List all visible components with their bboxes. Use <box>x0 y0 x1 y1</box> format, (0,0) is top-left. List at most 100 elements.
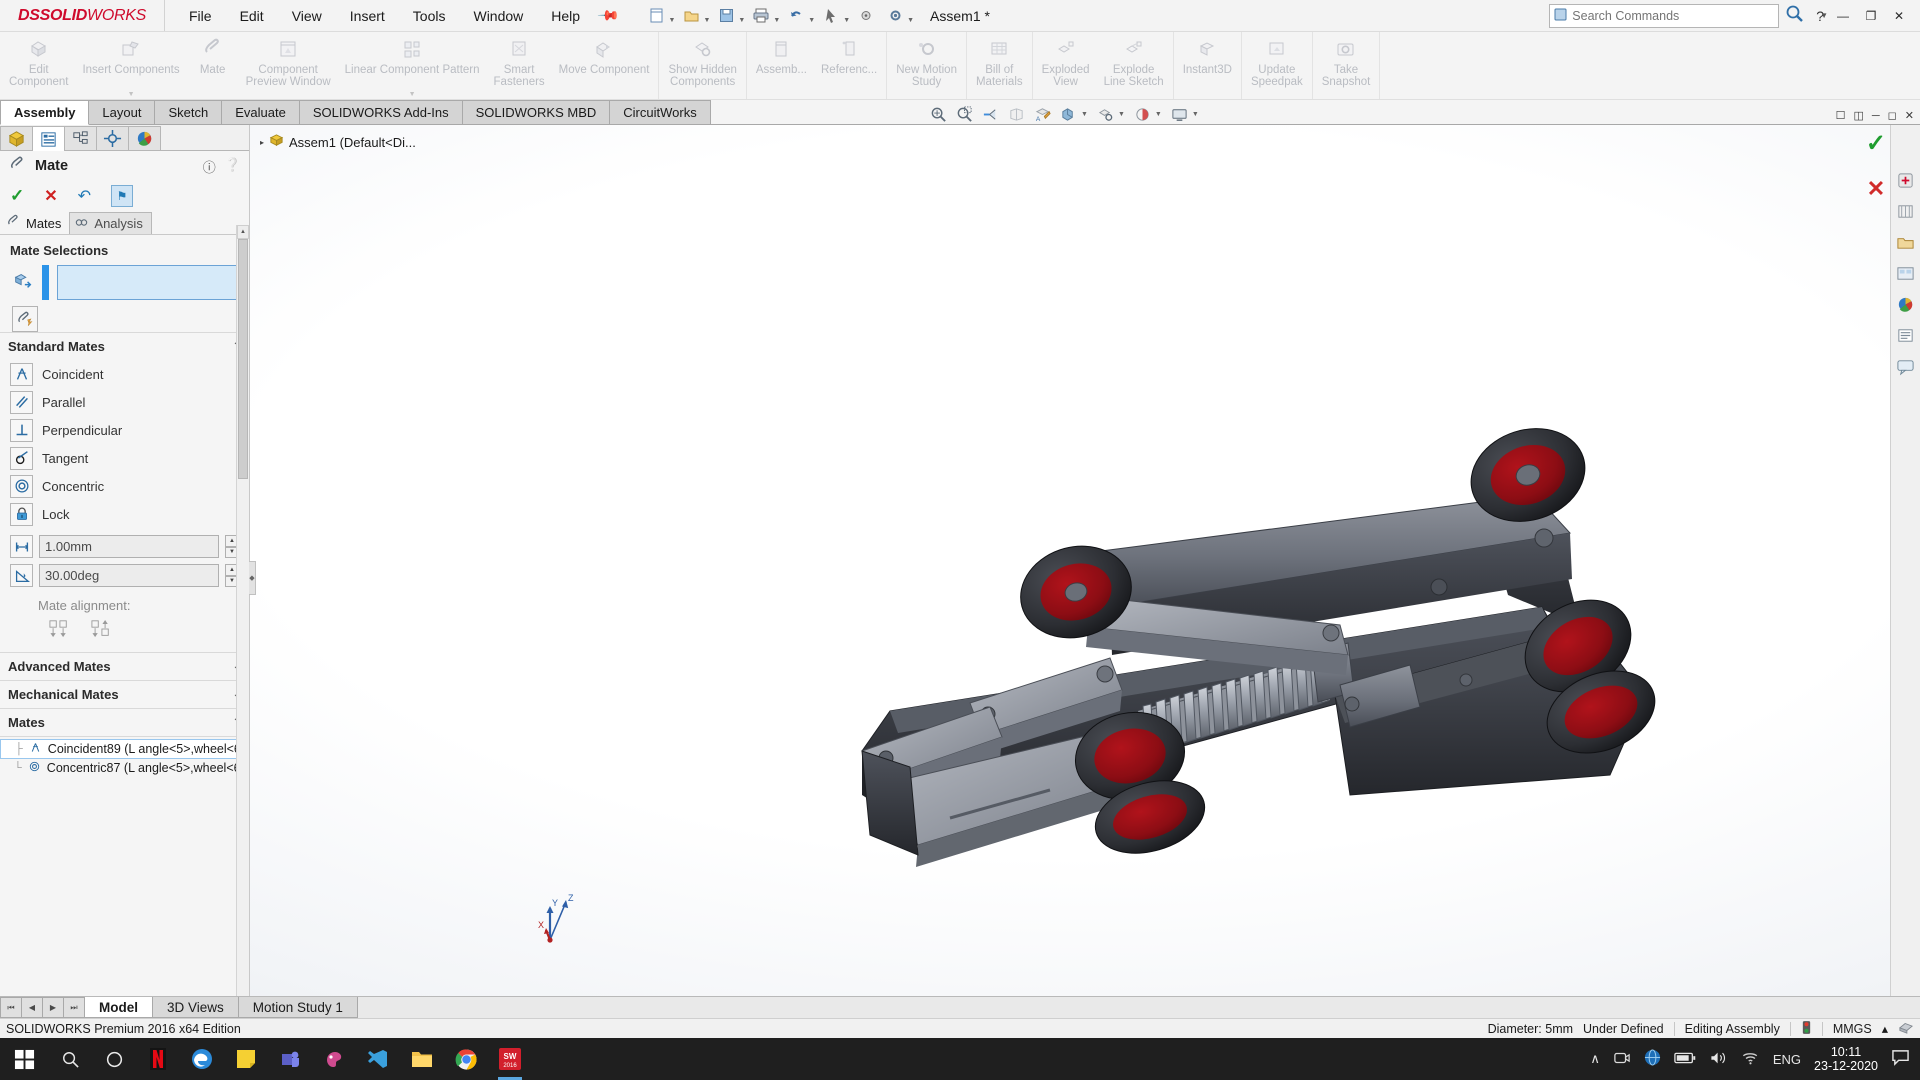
google-chrome-icon[interactable] <box>444 1038 488 1080</box>
maximize-button[interactable]: ❐ <box>1858 4 1884 28</box>
help-caret-icon[interactable]: ▼ <box>1820 11 1828 20</box>
zoom-to-area-icon[interactable] <box>956 106 973 123</box>
ribbon-instant3d[interactable]: Instant3D <box>1176 32 1239 99</box>
split-view-icon[interactable]: ◫ <box>1853 109 1863 122</box>
save-icon[interactable] <box>713 4 739 28</box>
cancel-button[interactable]: ✕ <box>44 186 57 206</box>
save-caret-icon[interactable]: ▼ <box>738 17 745 28</box>
minimize-button[interactable]: — <box>1830 4 1856 28</box>
ribbon-move-component[interactable]: Move Component <box>552 32 657 99</box>
feature-tree-root[interactable]: ▸ Assem1 (Default<Di... <box>260 133 416 151</box>
feature-manager-design-tree-tab[interactable] <box>0 126 33 150</box>
ribbon-new-motion-study[interactable]: New Motion Study <box>889 32 964 99</box>
whats-wrong-help-icon[interactable]: ⓘ <box>203 157 216 176</box>
paint-3d-icon[interactable] <box>312 1038 356 1080</box>
nav-prev-button[interactable]: ◀ <box>21 997 43 1018</box>
configuration-manager-tab[interactable] <box>64 126 97 150</box>
clock[interactable]: 10:11 23-12-2020 <box>1814 1045 1878 1073</box>
tab-model[interactable]: Model <box>84 997 153 1018</box>
units-caret-icon[interactable]: ▴ <box>1882 1021 1888 1036</box>
menu-tools[interactable]: Tools <box>411 5 448 27</box>
ribbon-smart-fasteners[interactable]: Smart Fasteners <box>487 32 552 99</box>
wifi-icon[interactable] <box>1741 1050 1760 1069</box>
custom-properties-icon[interactable] <box>1895 324 1917 346</box>
solidworks-resources-icon[interactable] <box>1895 169 1917 191</box>
display-manager-tab[interactable] <box>128 126 161 150</box>
hide-show-caret-icon[interactable]: ▼ <box>1118 111 1125 118</box>
options-caret-icon[interactable]: ▼ <box>907 17 914 28</box>
mate-option-parallel[interactable]: Parallel <box>0 388 249 416</box>
mate-option-perpendicular[interactable]: Perpendicular <box>0 416 249 444</box>
nav-last-button[interactable]: ⏭ <box>63 997 85 1018</box>
file-explorer-icon[interactable] <box>400 1038 444 1080</box>
undo-icon[interactable] <box>783 4 809 28</box>
pushpin-icon[interactable]: 📌 <box>597 3 621 27</box>
ribbon-bill-of-materials[interactable]: Bill of Materials <box>969 32 1030 99</box>
hide-show-items-icon[interactable] <box>1097 106 1114 123</box>
search-commands-box[interactable] <box>1549 3 1780 28</box>
maximize-icon[interactable]: ◻ <box>1888 109 1897 122</box>
advanced-mates-header[interactable]: Advanced Mates ⌄ <box>0 652 249 680</box>
options-gear-icon[interactable] <box>882 4 908 28</box>
mate-option-tangent[interactable]: Tangent <box>0 444 249 472</box>
panel-resize-grip[interactable]: ◆ <box>249 560 256 595</box>
view-orientation-icon[interactable]: A <box>1034 106 1051 123</box>
new-document-icon[interactable] <box>644 4 670 28</box>
search-input[interactable] <box>1572 8 1775 23</box>
multiple-mate-mode-button[interactable] <box>12 306 38 332</box>
tab-solidworks-add-ins[interactable]: SOLIDWORKS Add-Ins <box>298 100 463 124</box>
confirm-ok-button[interactable]: ✓ <box>1866 129 1886 158</box>
screen-recorder-icon[interactable] <box>1613 1050 1631 1069</box>
dimxpert-manager-tab[interactable] <box>96 126 129 150</box>
ribbon-update-speedpak[interactable]: Update Speedpak <box>1244 32 1310 99</box>
search-magnifier-icon[interactable] <box>1785 4 1804 28</box>
volume-icon[interactable] <box>1709 1050 1728 1069</box>
mate-option-lock[interactable]: Lock <box>0 500 249 528</box>
edit-appearance-icon[interactable] <box>1134 106 1151 123</box>
language-indicator[interactable]: ENG <box>1773 1052 1801 1067</box>
tab-mates[interactable]: Mates <box>2 212 70 234</box>
tab-circuitworks[interactable]: CircuitWorks <box>609 100 711 124</box>
ribbon-show-hidden-components[interactable]: Show Hidden Components <box>661 32 743 99</box>
ribbon-reference-geometry[interactable]: Referenc... <box>814 32 884 99</box>
tab-motion-study-1[interactable]: Motion Study 1 <box>237 997 358 1018</box>
ok-button[interactable]: ✓ <box>10 186 24 206</box>
teams-icon[interactable] <box>268 1038 312 1080</box>
menu-help[interactable]: Help <box>549 5 582 27</box>
measure-icon[interactable] <box>853 4 879 28</box>
tab-layout[interactable]: Layout <box>88 100 156 124</box>
file-explorer-pane-icon[interactable] <box>1895 231 1917 253</box>
chevron-down-icon[interactable]: ▼ <box>409 89 416 100</box>
ribbon-edit-component[interactable]: Edit Component <box>2 32 75 99</box>
notification-icon[interactable] <box>1891 1049 1910 1069</box>
expand-arrow-icon[interactable]: ▸ <box>260 138 264 147</box>
ribbon-mate[interactable]: Mate <box>187 32 239 99</box>
tab-evaluate[interactable]: Evaluate <box>221 100 300 124</box>
tray-chevron-icon[interactable]: ∧ <box>1590 1051 1600 1067</box>
section-view-icon[interactable] <box>1008 106 1025 123</box>
confirm-cancel-button[interactable]: ✕ <box>1867 176 1885 202</box>
sticky-notes-icon[interactable] <box>224 1038 268 1080</box>
new-document-caret-icon[interactable]: ▼ <box>669 17 676 28</box>
appearances-scenes-icon[interactable] <box>1895 293 1917 315</box>
ribbon-explode-line-sketch[interactable]: Explode Line Sketch <box>1097 32 1171 99</box>
ribbon-exploded-view[interactable]: Exploded View <box>1035 32 1097 99</box>
blue-globe-icon[interactable] <box>1644 1049 1661 1069</box>
ribbon-insert-components[interactable]: Insert Components ▼ <box>75 32 186 99</box>
nav-next-button[interactable]: ▶ <box>42 997 64 1018</box>
chevron-down-icon[interactable]: ▼ <box>128 89 135 100</box>
display-style-icon[interactable] <box>1060 106 1077 123</box>
previous-view-icon[interactable] <box>982 106 999 123</box>
assembly-3d-model[interactable] <box>250 155 1890 985</box>
help-icon[interactable]: ❔ <box>225 157 241 176</box>
mate-option-concentric[interactable]: Concentric <box>0 472 249 500</box>
solidworks-icon[interactable]: SW 2016 <box>488 1038 532 1080</box>
open-document-caret-icon[interactable]: ▼ <box>703 17 710 28</box>
menu-file[interactable]: File <box>187 5 214 27</box>
close-button[interactable]: ✕ <box>1886 4 1912 28</box>
nav-first-button[interactable]: ⏮ <box>0 997 22 1018</box>
keep-visible-pin-button[interactable]: ⚑ <box>111 185 134 207</box>
mate-selection-field[interactable] <box>57 265 239 300</box>
ribbon-component-preview-window[interactable]: Component Preview Window <box>239 32 338 99</box>
menu-insert[interactable]: Insert <box>348 5 387 27</box>
